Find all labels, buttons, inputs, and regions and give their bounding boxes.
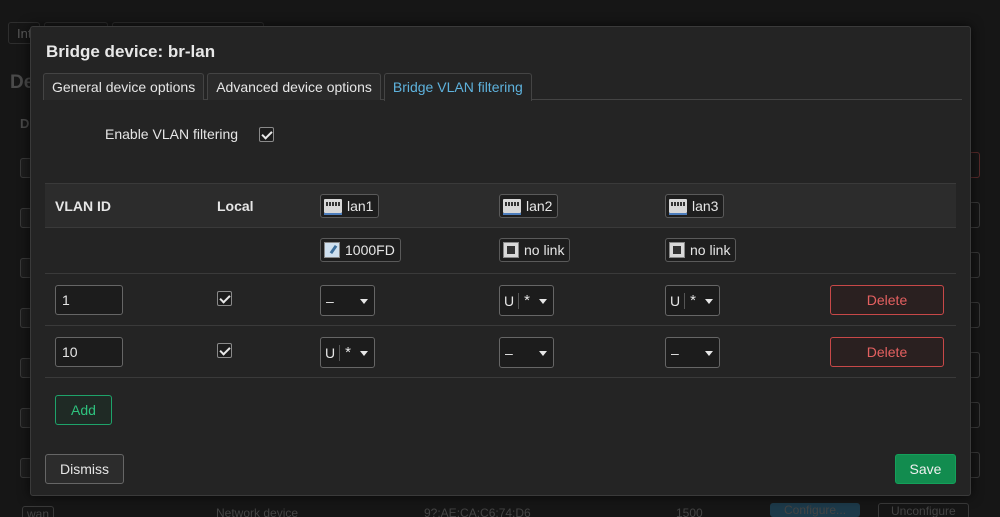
bridge-device-modal: Bridge device: br-lan General device opt… — [30, 26, 971, 496]
untagged-flag: U — [670, 292, 686, 309]
lan3-membership-select[interactable]: U * — [665, 285, 720, 316]
background-type: Network device — [216, 506, 299, 517]
vlan-table: VLAN ID Local lan1 lan2 lan3 1000FD no l… — [45, 183, 956, 378]
ethernet-port-icon — [669, 199, 687, 215]
lan1-membership-select[interactable]: U * — [320, 337, 375, 368]
port-lan3-badge: lan3 — [665, 194, 725, 218]
vlan-row: U * – – Delete — [45, 326, 956, 378]
modal-title: Bridge device: br-lan — [46, 42, 216, 61]
background-mac: 9?:AE:CA:C6:74:D6 — [424, 506, 531, 517]
port-status-text: no link — [524, 242, 565, 258]
chevron-down-icon — [539, 351, 547, 356]
ethernet-port-icon — [503, 199, 521, 215]
port-status-text: no link — [690, 242, 731, 258]
port-lan1-badge: lan1 — [320, 194, 380, 218]
background-mtu: 1500 — [676, 506, 703, 517]
port-lan2-status: no link — [499, 238, 571, 262]
tab-bar: General device options Advanced device o… — [43, 73, 962, 101]
chevron-down-icon — [705, 299, 713, 304]
delete-button[interactable]: Delete — [830, 337, 944, 367]
background-configure-button: Configure... — [770, 503, 861, 517]
port-status-text: 1000FD — [345, 242, 395, 258]
no-link-icon — [503, 242, 519, 258]
select-value: – — [671, 344, 679, 361]
enable-vlan-filtering-label: Enable VLAN filtering — [105, 126, 239, 142]
dismiss-button[interactable]: Dismiss — [45, 454, 124, 484]
vlan-id-input[interactable] — [55, 285, 123, 315]
local-header: Local — [217, 198, 254, 214]
ethernet-port-icon — [324, 199, 342, 215]
chevron-down-icon — [360, 299, 368, 304]
tab-general-device-options[interactable]: General device options — [43, 73, 205, 100]
vlan-id-header: VLAN ID — [55, 198, 111, 214]
port-lan3-status: no link — [665, 238, 737, 262]
port-status-row: 1000FD no link no link — [45, 228, 956, 274]
enable-vlan-filtering-row: Enable VLAN filtering — [105, 126, 275, 142]
untagged-flag: U — [504, 292, 520, 309]
background-wan-badge: wan — [22, 506, 55, 517]
pvid-flag: * — [690, 292, 696, 309]
chevron-down-icon — [705, 351, 713, 356]
pvid-flag: * — [524, 292, 530, 309]
add-vlan-button[interactable]: Add — [55, 395, 112, 425]
background-column-header: D — [20, 116, 30, 131]
delete-button[interactable]: Delete — [830, 285, 944, 315]
link-up-icon — [324, 242, 340, 258]
background-unconfigure-button: Unconfigure — [878, 503, 969, 517]
vlan-id-input[interactable] — [55, 337, 123, 367]
chevron-down-icon — [539, 299, 547, 304]
lan2-membership-select[interactable]: U * — [499, 285, 554, 316]
port-name: lan3 — [692, 198, 719, 214]
enable-vlan-filtering-checkbox[interactable] — [259, 126, 275, 142]
local-checkbox[interactable] — [217, 291, 232, 306]
vlan-row: – U * U * Delete — [45, 274, 956, 326]
no-link-icon — [669, 242, 685, 258]
tab-bridge-vlan-filtering[interactable]: Bridge VLAN filtering — [383, 73, 532, 101]
untagged-flag: U — [325, 344, 341, 361]
lan3-membership-select[interactable]: – — [665, 337, 720, 368]
save-button[interactable]: Save — [895, 454, 956, 484]
tab-advanced-device-options[interactable]: Advanced device options — [207, 73, 381, 100]
port-lan2-badge: lan2 — [499, 194, 559, 218]
select-value: – — [326, 292, 334, 309]
select-value: – — [505, 344, 513, 361]
lan2-membership-select[interactable]: – — [499, 337, 554, 368]
port-lan1-status: 1000FD — [320, 238, 401, 262]
vlan-table-header: VLAN ID Local lan1 lan2 lan3 — [45, 183, 956, 228]
port-name: lan1 — [347, 198, 374, 214]
lan1-membership-select[interactable]: – — [320, 285, 375, 316]
local-checkbox[interactable] — [217, 343, 232, 358]
chevron-down-icon — [360, 351, 368, 356]
port-name: lan2 — [526, 198, 553, 214]
pvid-flag: * — [345, 344, 351, 361]
